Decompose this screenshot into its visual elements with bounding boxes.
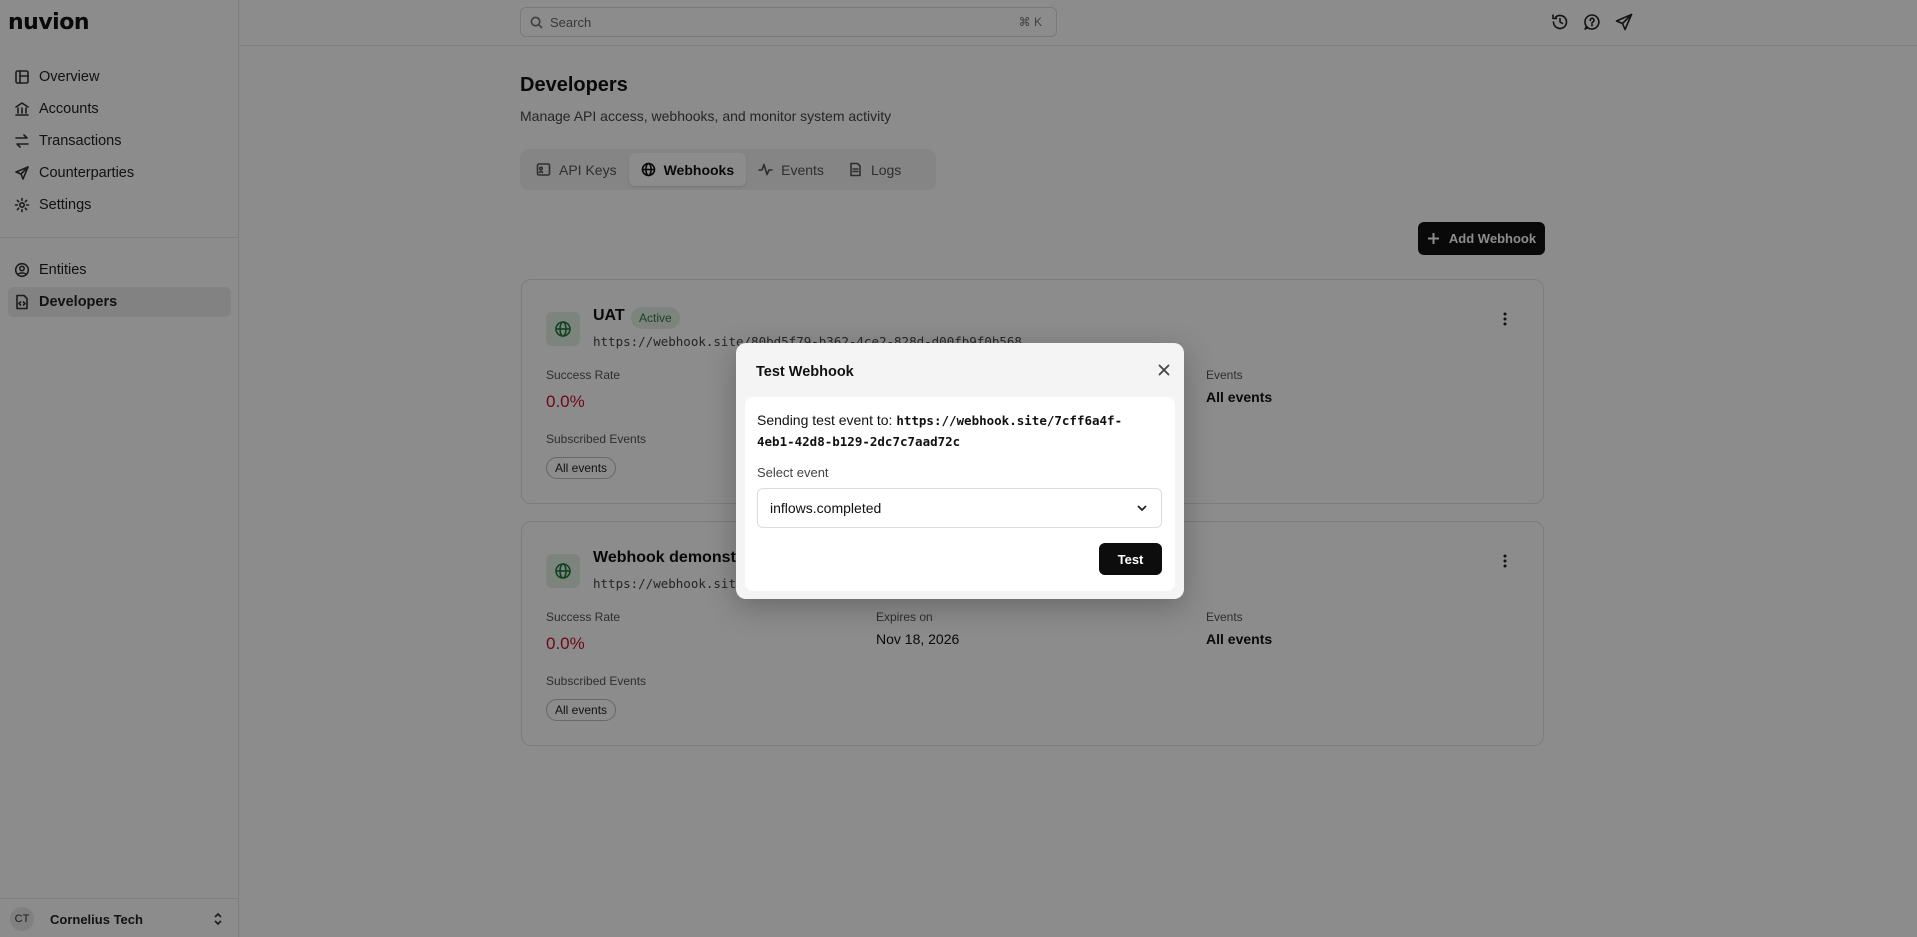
dialog-body: Sending test event to: https://webhook.s… <box>745 397 1175 591</box>
sending-prefix: Sending test event to: <box>757 412 897 428</box>
dialog-title: Test Webhook <box>756 364 854 380</box>
selected-event: inflows.completed <box>770 500 882 516</box>
chevron-down-icon <box>1137 505 1147 512</box>
event-select[interactable]: inflows.completed <box>757 488 1162 528</box>
sending-description: Sending test event to: https://webhook.s… <box>757 410 1157 452</box>
test-webhook-dialog: Test Webhook Sending test event to: http… <box>736 343 1184 599</box>
close-icon[interactable] <box>1156 362 1172 378</box>
test-button[interactable]: Test <box>1099 543 1162 575</box>
select-event-label: Select event <box>757 465 829 480</box>
